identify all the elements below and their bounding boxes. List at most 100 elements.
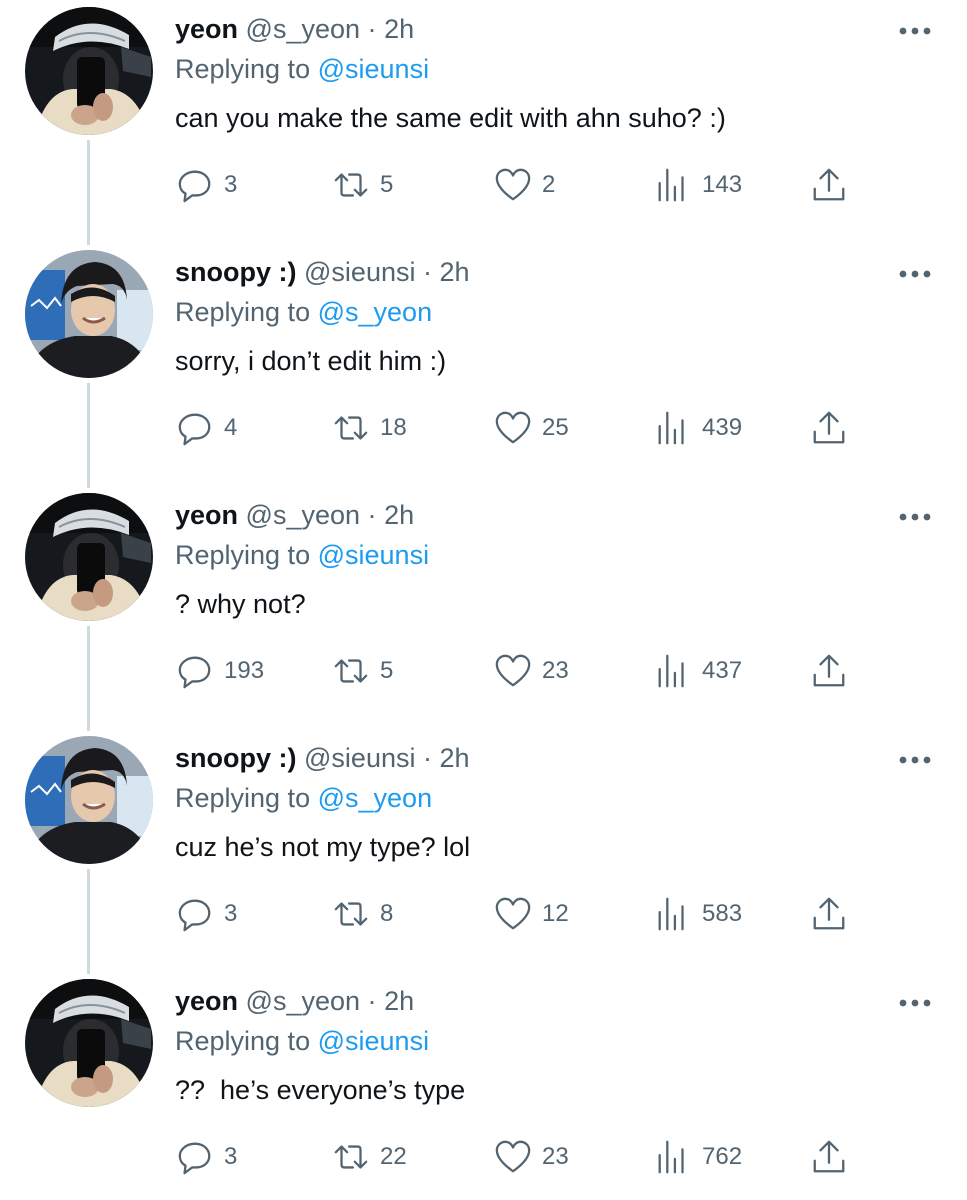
reply-button[interactable]: 4 bbox=[176, 403, 237, 453]
display-name[interactable]: yeon bbox=[175, 500, 238, 530]
tweet-text: ?? he’s everyone’s type bbox=[175, 1075, 466, 1105]
timestamp[interactable]: 2h bbox=[384, 500, 414, 530]
mention-link[interactable]: @sieunsi bbox=[318, 540, 429, 570]
retweet-count: 5 bbox=[380, 171, 394, 198]
tweet[interactable]: yeon @s_yeon · 2h Replying to @sieunsi ?… bbox=[0, 486, 967, 729]
more-options-icon[interactable] bbox=[898, 510, 932, 524]
user-handle[interactable]: @s_yeon bbox=[246, 14, 360, 44]
reply-icon bbox=[178, 899, 211, 932]
reply-button[interactable]: 3 bbox=[176, 1132, 237, 1182]
replying-to: Replying to @s_yeon bbox=[175, 781, 432, 815]
like-count: 2 bbox=[542, 171, 556, 198]
reply-count: 3 bbox=[224, 171, 238, 198]
views-button[interactable]: 762 bbox=[654, 1132, 742, 1182]
separator-dot: · bbox=[367, 14, 377, 44]
display-name[interactable]: snoopy :) bbox=[175, 743, 297, 773]
action-bar: 3 5 2 143 bbox=[0, 160, 967, 210]
replying-to: Replying to @s_yeon bbox=[175, 295, 432, 329]
separator-dot: · bbox=[367, 500, 377, 530]
mention-link[interactable]: @s_yeon bbox=[318, 297, 432, 327]
more-options-icon[interactable] bbox=[898, 24, 932, 38]
heart-icon bbox=[495, 654, 531, 687]
views-count: 143 bbox=[702, 171, 743, 198]
tweet[interactable]: yeon @s_yeon · 2h Replying to @sieunsi ?… bbox=[0, 972, 967, 1200]
timestamp[interactable]: 2h bbox=[384, 14, 414, 44]
reply-count: 3 bbox=[224, 900, 238, 927]
timestamp[interactable]: 2h bbox=[440, 257, 470, 287]
user-handle[interactable]: @s_yeon bbox=[246, 986, 360, 1016]
avatar[interactable] bbox=[25, 493, 153, 621]
like-button[interactable]: 23 bbox=[494, 1132, 569, 1182]
like-button[interactable]: 12 bbox=[494, 889, 569, 939]
more-options-icon[interactable] bbox=[898, 996, 932, 1010]
retweet-button[interactable]: 18 bbox=[332, 403, 407, 453]
reply-count: 4 bbox=[224, 414, 238, 441]
retweet-count: 18 bbox=[380, 414, 407, 441]
action-bar: 4 18 25 439 bbox=[0, 403, 967, 453]
avatar[interactable] bbox=[25, 979, 153, 1107]
reply-button[interactable]: 3 bbox=[176, 160, 237, 210]
retweet-button[interactable]: 5 bbox=[332, 160, 393, 210]
timestamp[interactable]: 2h bbox=[384, 986, 414, 1016]
retweet-icon bbox=[334, 416, 368, 440]
share-button[interactable] bbox=[810, 646, 848, 696]
share-button[interactable] bbox=[810, 160, 848, 210]
tweet-text: cuz he’s not my type? lol bbox=[175, 832, 471, 862]
tweet[interactable]: snoopy :) @sieunsi · 2h Replying to @s_y… bbox=[0, 243, 967, 486]
separator-dot: · bbox=[423, 743, 432, 773]
like-button[interactable]: 2 bbox=[494, 160, 555, 210]
like-count: 12 bbox=[542, 900, 569, 927]
share-button[interactable] bbox=[810, 889, 848, 939]
retweet-button[interactable]: 8 bbox=[332, 889, 393, 939]
user-handle[interactable]: @s_yeon bbox=[246, 500, 360, 530]
views-button[interactable]: 437 bbox=[654, 646, 742, 696]
reply-icon bbox=[178, 170, 211, 203]
views-icon bbox=[658, 411, 684, 445]
reply-thread: yeon @s_yeon · 2h Replying to @sieunsi c… bbox=[0, 0, 967, 1200]
mention-link[interactable]: @sieunsi bbox=[318, 54, 429, 84]
heart-icon bbox=[495, 411, 531, 444]
display-name[interactable]: yeon bbox=[175, 14, 238, 44]
action-bar: 3 22 23 762 bbox=[0, 1132, 967, 1182]
mention-link[interactable]: @s_yeon bbox=[318, 783, 432, 813]
share-button[interactable] bbox=[810, 403, 848, 453]
like-button[interactable]: 25 bbox=[494, 403, 569, 453]
avatar[interactable] bbox=[25, 7, 153, 135]
tweet[interactable]: yeon @s_yeon · 2h Replying to @sieunsi c… bbox=[0, 0, 967, 243]
display-name[interactable]: yeon bbox=[175, 986, 238, 1016]
mention-link[interactable]: @sieunsi bbox=[318, 1026, 429, 1056]
more-options-icon[interactable] bbox=[898, 267, 932, 281]
separator-dot: · bbox=[423, 257, 432, 287]
reply-button[interactable]: 3 bbox=[176, 889, 237, 939]
retweet-button[interactable]: 5 bbox=[332, 646, 393, 696]
replying-to: Replying to @sieunsi bbox=[175, 52, 429, 86]
heart-icon bbox=[495, 897, 531, 930]
avatar[interactable] bbox=[25, 250, 153, 378]
views-button[interactable]: 583 bbox=[654, 889, 742, 939]
share-icon bbox=[813, 168, 845, 201]
avatar[interactable] bbox=[25, 736, 153, 864]
views-count: 437 bbox=[702, 657, 743, 684]
views-icon bbox=[658, 1140, 684, 1174]
timestamp[interactable]: 2h bbox=[440, 743, 470, 773]
retweet-count: 8 bbox=[380, 900, 394, 927]
user-handle[interactable]: @sieunsi bbox=[304, 257, 415, 287]
like-button[interactable]: 23 bbox=[494, 646, 569, 696]
user-handle[interactable]: @sieunsi bbox=[304, 743, 415, 773]
action-bar: 193 5 23 437 bbox=[0, 646, 967, 696]
display-name[interactable]: snoopy :) bbox=[175, 257, 297, 287]
tweet[interactable]: snoopy :) @sieunsi · 2h Replying to @s_y… bbox=[0, 729, 967, 972]
reply-icon bbox=[178, 1142, 211, 1175]
views-button[interactable]: 439 bbox=[654, 403, 742, 453]
share-button[interactable] bbox=[810, 1132, 848, 1182]
retweet-button[interactable]: 22 bbox=[332, 1132, 407, 1182]
views-button[interactable]: 143 bbox=[654, 160, 742, 210]
views-icon bbox=[658, 168, 684, 202]
more-options-icon[interactable] bbox=[898, 753, 932, 767]
like-count: 25 bbox=[542, 414, 569, 441]
reply-button[interactable]: 193 bbox=[176, 646, 264, 696]
share-icon bbox=[813, 411, 845, 444]
like-count: 23 bbox=[542, 657, 569, 684]
tweet-header: yeon @s_yeon · 2h bbox=[175, 984, 414, 1018]
retweet-count: 5 bbox=[380, 657, 394, 684]
